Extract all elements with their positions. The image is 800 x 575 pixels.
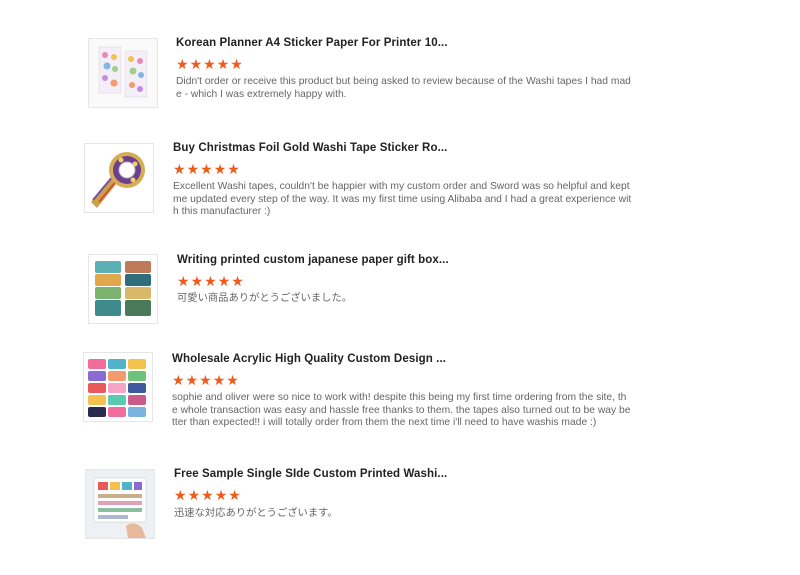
star-icon: ★ bbox=[212, 372, 226, 388]
star-icon: ★ bbox=[200, 161, 213, 177]
star-icon: ★ bbox=[190, 273, 204, 289]
review-comment: 迅速な対応ありがとうございます。 bbox=[174, 508, 338, 519]
star-icon: ★ bbox=[214, 487, 228, 503]
star-icon: ★ bbox=[172, 372, 185, 388]
rating-stars: ★ ★ ★ ★ ★ bbox=[174, 488, 241, 502]
product-thumbnail[interactable] bbox=[85, 469, 155, 539]
star-icon: ★ bbox=[185, 372, 199, 388]
star-icon: ★ bbox=[199, 372, 212, 388]
washi-stack-image bbox=[89, 255, 157, 323]
product-thumbnail[interactable] bbox=[84, 143, 154, 213]
star-icon: ★ bbox=[231, 273, 244, 289]
star-icon: ★ bbox=[213, 161, 227, 177]
sample-card-image bbox=[86, 470, 154, 538]
review-comment: sophie and oliver were so nice to work w… bbox=[172, 392, 631, 428]
star-icon: ★ bbox=[226, 372, 239, 388]
product-title[interactable]: Free Sample Single SIde Custom Printed W… bbox=[174, 468, 447, 480]
review-item: Free Sample Single SIde Custom Printed W… bbox=[0, 0, 800, 539]
review-comment: Excellent Washi tapes, couldn't be happi… bbox=[173, 181, 632, 217]
rating-stars: ★ ★ ★ ★ ★ bbox=[177, 274, 244, 288]
washi-grid-image bbox=[84, 353, 152, 421]
product-title[interactable]: Writing printed custom japanese paper gi… bbox=[177, 254, 449, 266]
product-title[interactable]: Wholesale Acrylic High Quality Custom De… bbox=[172, 353, 446, 365]
star-icon: ★ bbox=[227, 161, 240, 177]
product-title[interactable]: Buy Christmas Foil Gold Washi Tape Stick… bbox=[173, 142, 447, 154]
review-comment: 可愛い商品ありがとうございました。 bbox=[177, 293, 353, 304]
star-icon: ★ bbox=[186, 161, 200, 177]
rating-stars: ★ ★ ★ ★ ★ bbox=[173, 162, 240, 176]
star-icon: ★ bbox=[217, 273, 231, 289]
star-icon: ★ bbox=[173, 161, 186, 177]
star-icon: ★ bbox=[204, 273, 217, 289]
washi-roll-image bbox=[85, 144, 153, 212]
rating-stars: ★ ★ ★ ★ ★ bbox=[172, 373, 239, 387]
star-icon: ★ bbox=[201, 487, 214, 503]
star-icon: ★ bbox=[228, 487, 241, 503]
product-thumbnail[interactable] bbox=[88, 254, 158, 324]
star-icon: ★ bbox=[177, 273, 190, 289]
star-icon: ★ bbox=[174, 487, 187, 503]
star-icon: ★ bbox=[187, 487, 201, 503]
product-thumbnail[interactable] bbox=[83, 352, 153, 422]
